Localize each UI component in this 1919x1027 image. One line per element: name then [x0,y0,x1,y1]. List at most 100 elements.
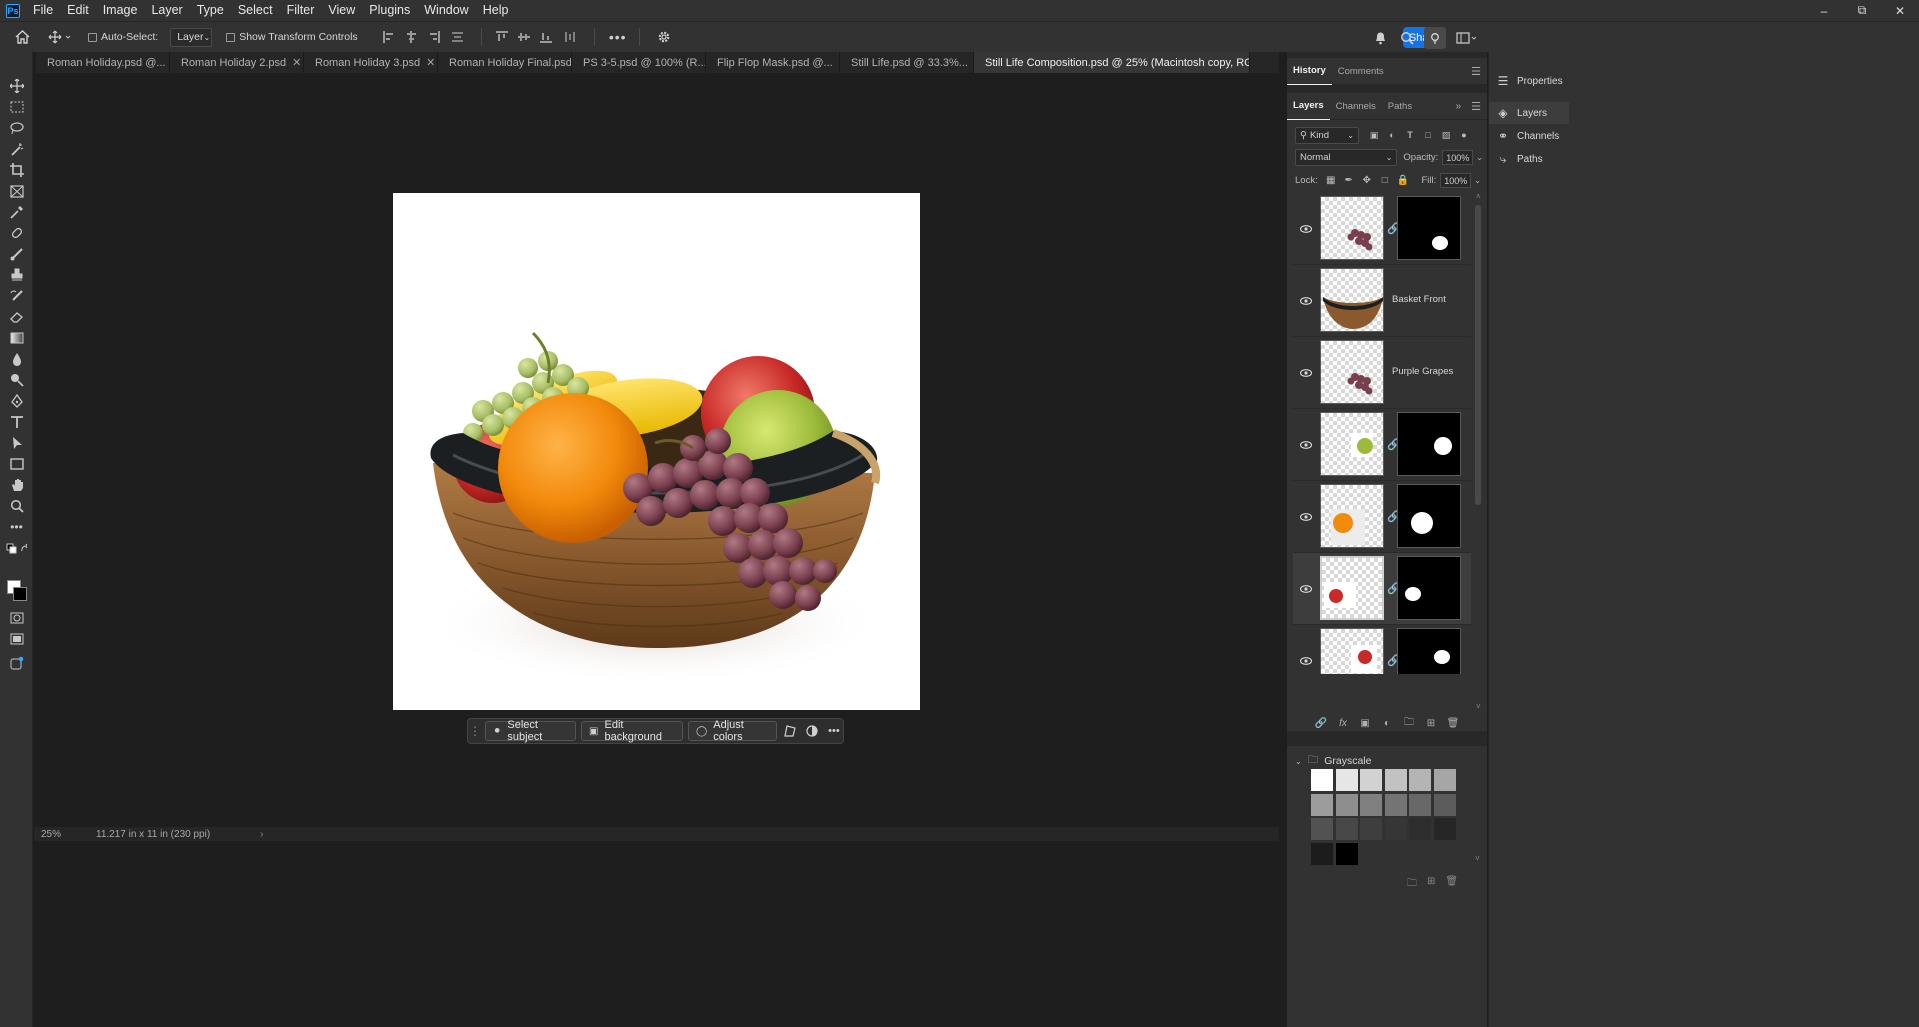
menu-filter[interactable]: Filter [280,0,322,21]
show-transform-checkbox[interactable]: Show Transform Controls [226,31,358,43]
more-options-icon[interactable]: ••• [608,22,628,53]
menu-help[interactable]: Help [476,0,516,21]
color-swatch[interactable] [1384,793,1407,816]
tab-ps-3-5[interactable]: PS 3-5.psd @ 100% (R...✕ [572,52,706,73]
lock-artboard-icon[interactable]: □ [1376,175,1394,186]
layer-row[interactable]: Basket Front [1293,265,1471,337]
zoom-tool-icon[interactable] [6,497,27,515]
dock-paths[interactable]: ⤷ Paths [1489,148,1569,170]
canvas-area[interactable]: ⋮ ⚫ Select subject ▣ Edit background ◯ Adju… [34,73,1279,1025]
close-icon[interactable]: ✕ [420,56,435,69]
align-center-icon[interactable] [404,22,419,53]
chevron-down-icon[interactable]: ⌄ [1476,153,1483,162]
layer-mask-thumbnail[interactable] [1397,628,1461,674]
color-swatch[interactable] [1311,793,1333,816]
distribute-vertical-icon[interactable] [561,22,581,53]
adjustment-layer-icon[interactable] [803,721,821,741]
distribute-horizontal-icon[interactable] [448,22,468,53]
color-swatch[interactable] [1384,769,1407,791]
chevron-down-icon[interactable]: ⌄ [1474,176,1481,185]
align-left-icon[interactable] [382,22,397,53]
fx-icon[interactable]: fx [1332,718,1354,729]
color-swatch[interactable] [1433,818,1456,840]
filter-smart-object-icon[interactable]: ▨ [1437,127,1455,144]
layer-mask-thumbnail[interactable] [1397,484,1461,548]
tab-paths[interactable]: Paths [1382,93,1418,120]
dock-channels[interactable]: ⚭ Channels [1489,125,1569,147]
clone-stamp-tool-icon[interactable] [6,266,27,284]
align-bottom-icon[interactable] [539,22,554,53]
color-swatch[interactable] [1360,793,1382,816]
layer-thumbnail[interactable] [1320,268,1384,332]
default-colors-icon[interactable] [6,540,27,558]
tab-still-life[interactable]: Still Life.psd @ 33.3%...✕ [840,52,974,73]
align-top-icon[interactable] [495,22,510,53]
eye-icon[interactable] [1299,294,1313,308]
menu-window[interactable]: Window [417,0,475,21]
object-selection-tool-icon[interactable] [6,140,27,158]
color-swatch[interactable] [1360,818,1382,840]
adjustment-layer-icon[interactable]: ◐ [1376,718,1398,729]
frame-tool-icon[interactable] [6,182,27,200]
more-options-icon[interactable]: ••• [825,721,843,741]
close-icon[interactable]: ✕ [286,56,301,69]
close-icon[interactable]: ✕ [833,56,840,69]
color-swatch[interactable] [1335,769,1358,791]
search-icon[interactable] [1397,22,1417,53]
chevron-right-icon[interactable]: › [260,829,263,840]
tab-layers[interactable]: Layers [1287,93,1330,120]
select-subject-button[interactable]: ⚫ Select subject [485,719,577,743]
color-swatch[interactable] [1409,793,1431,816]
home-icon[interactable] [0,22,44,53]
menu-type[interactable]: Type [190,0,231,21]
color-swatch[interactable] [1360,769,1382,791]
chevron-down-icon[interactable]: ⌄ [1295,757,1302,766]
tab-comments[interactable]: Comments [1332,58,1390,85]
color-swatch[interactable] [1384,818,1407,840]
rectangle-tool-icon[interactable] [6,455,27,473]
tab-roman-holiday-2[interactable]: Roman Holiday 2.psd ✕ [170,52,304,73]
hand-tool-icon[interactable] [6,476,27,494]
eye-icon[interactable] [1299,582,1313,596]
lock-transparent-icon[interactable]: ▦ [1322,175,1340,186]
move-tool-icon[interactable] [6,77,27,95]
quick-mask-icon[interactable] [6,609,27,627]
marquee-tool-icon[interactable] [6,98,27,116]
layer-row[interactable]: 🔗 [1293,625,1471,674]
menu-edit[interactable]: Edit [60,0,96,21]
add-mask-icon[interactable]: ▣ [1354,718,1376,729]
tab-history[interactable]: History [1287,58,1332,85]
dock-properties[interactable]: ☰ Properties [1489,70,1569,92]
edit-toolbar-icon[interactable]: ••• [6,518,27,536]
layer-thumbnail[interactable] [1320,556,1384,620]
collapse-panel-icon[interactable]: » [1456,101,1462,112]
align-right-icon[interactable] [426,22,441,53]
blur-tool-icon[interactable] [6,350,27,368]
tab-flip-flop-mask[interactable]: Flip Flop Mask.psd @...✕ [706,52,840,73]
eye-icon[interactable] [1299,366,1313,380]
menu-select[interactable]: Select [231,0,280,21]
color-swatch[interactable] [1335,793,1358,816]
menu-layer[interactable]: Layer [144,0,189,21]
layer-mask-thumbnail[interactable] [1397,412,1461,476]
dodge-tool-icon[interactable] [6,371,27,389]
history-brush-tool-icon[interactable] [6,287,27,305]
drag-handle-icon[interactable]: ⋮ [469,720,481,742]
panel-menu-icon[interactable]: ☰ [1471,100,1481,113]
lock-image-icon[interactable]: ✒ [1340,175,1358,186]
layer-name[interactable]: Basket Front [1392,294,1446,305]
crop-tool-icon[interactable] [6,161,27,179]
filter-toggle-icon[interactable]: ● [1455,127,1473,144]
filter-adjustment-icon[interactable]: ◐ [1383,127,1401,144]
color-swatch[interactable] [1311,818,1333,840]
menu-view[interactable]: View [321,0,362,21]
move-tool-options-icon[interactable] [44,22,78,53]
eye-icon[interactable] [1299,222,1313,236]
eraser-tool-icon[interactable] [6,308,27,326]
transform-icon[interactable] [781,721,799,741]
restore-icon[interactable]: ⧉ [1843,0,1881,21]
eyedropper-tool-icon[interactable] [6,203,27,221]
layers-scrollbar[interactable]: ˄ ˅ [1474,193,1482,713]
scroll-down-icon[interactable]: ˅ [1475,854,1480,863]
layer-name[interactable]: Purple Grapes [1392,366,1453,377]
